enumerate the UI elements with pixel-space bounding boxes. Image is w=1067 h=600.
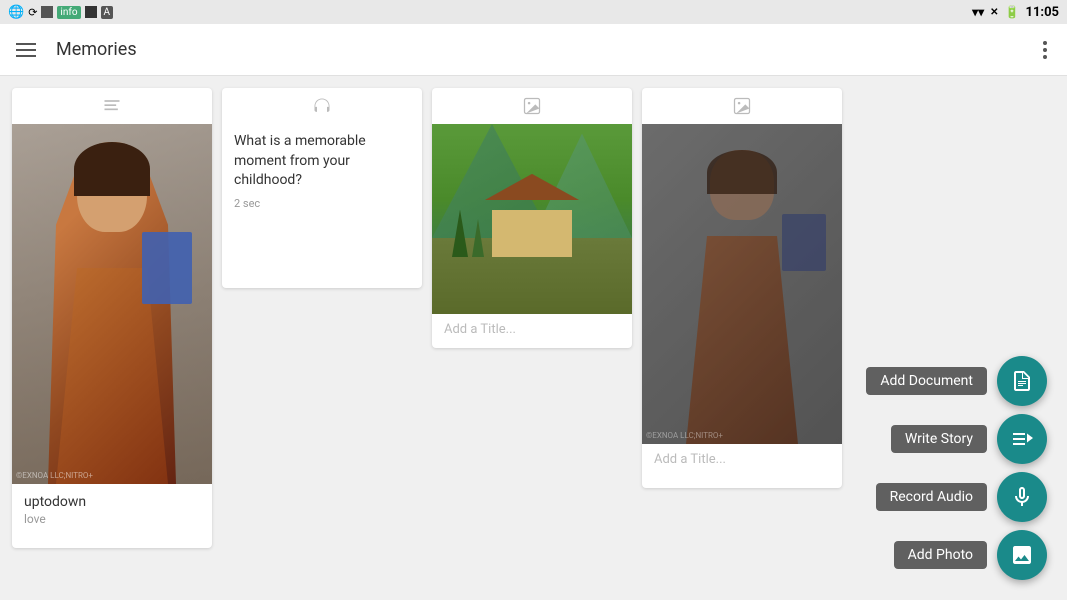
fab-story-item: Write Story xyxy=(891,414,1047,464)
headphones-icon xyxy=(312,96,332,120)
card4-title-placeholder: Add a Title... xyxy=(654,452,726,467)
card2-question: What is a memorable moment from your chi… xyxy=(234,132,410,191)
card2-body: What is a memorable moment from your chi… xyxy=(222,124,422,218)
app-icon-2: A xyxy=(101,6,114,19)
main-content: ©EXNOA LLC;NITRO+ uptodown love What is … xyxy=(0,76,1067,600)
wifi-icon: ▾▾ xyxy=(972,5,984,19)
status-bar: 🌐 ⟳ info A ▾▾ ✕ 🔋 11:05 xyxy=(0,0,1067,24)
image-icon-3 xyxy=(522,96,542,120)
card4-type-icon-area xyxy=(642,88,842,124)
refresh-icon: ⟳ xyxy=(28,6,37,19)
memory-card-4[interactable]: ©EXNOA LLC;NITRO+ Add a Title... xyxy=(642,88,842,488)
more-options-button[interactable] xyxy=(1039,37,1051,63)
memory-card-3[interactable]: Add a Title... xyxy=(432,88,632,348)
fab-photo-label: Add Photo xyxy=(894,541,987,569)
card3-type-icon-area xyxy=(432,88,632,124)
fab-document-item: Add Document xyxy=(866,356,1047,406)
fab-audio-item: Record Audio xyxy=(876,472,1047,522)
fab-document-button[interactable] xyxy=(997,356,1047,406)
fab-area: Add Document Write Story Record Audio xyxy=(866,356,1047,580)
app-title: Memories xyxy=(56,39,137,60)
fab-document-label: Add Document xyxy=(866,367,987,395)
battery-icon: 🔋 xyxy=(1005,5,1020,19)
anime-book xyxy=(142,232,192,304)
game-bg xyxy=(432,124,632,314)
card4-image: ©EXNOA LLC;NITRO+ xyxy=(642,124,842,444)
image-icon-4 xyxy=(732,96,752,120)
house-body xyxy=(492,210,572,257)
card1-name: uptodown xyxy=(24,494,200,510)
fab-photo-button[interactable] xyxy=(997,530,1047,580)
card1-footer: uptodown love xyxy=(12,484,212,536)
app-icon-1: info xyxy=(57,6,80,19)
watermark: ©EXNOA LLC;NITRO+ xyxy=(16,471,93,480)
card1-type-icon-area xyxy=(12,88,212,124)
square-icon-2 xyxy=(85,6,97,18)
card2-duration: 2 sec xyxy=(234,197,410,210)
anime-hair xyxy=(74,142,150,196)
fab-story-button[interactable] xyxy=(997,414,1047,464)
card3-footer: Add a Title... xyxy=(432,314,632,345)
card4-footer: Add a Title... xyxy=(642,444,842,475)
fab-audio-button[interactable] xyxy=(997,472,1047,522)
memory-card-1[interactable]: ©EXNOA LLC;NITRO+ uptodown love xyxy=(12,88,212,548)
text-icon xyxy=(102,96,122,120)
status-left-icons: 🌐 ⟳ info A xyxy=(8,5,113,20)
top-bar: Memories xyxy=(0,24,1067,76)
card1-image: ©EXNOA LLC;NITRO+ xyxy=(12,124,212,484)
top-bar-actions xyxy=(1039,37,1051,63)
game-house xyxy=(492,191,572,258)
clock: 11:05 xyxy=(1026,5,1060,20)
card4-watermark: ©EXNOA LLC;NITRO+ xyxy=(646,431,723,440)
square-icon xyxy=(41,6,53,18)
card3-title-placeholder: Add a Title... xyxy=(444,322,516,337)
card2-type-icon-area xyxy=(222,88,422,124)
fab-audio-label: Record Audio xyxy=(876,483,987,511)
card4-overlay xyxy=(642,124,842,444)
card1-subtitle: love xyxy=(24,512,200,526)
hamburger-menu[interactable] xyxy=(16,43,36,57)
signal-icon: ✕ xyxy=(990,7,998,18)
globe-icon: 🌐 xyxy=(8,5,24,20)
card3-image xyxy=(432,124,632,314)
status-right-icons: ▾▾ ✕ 🔋 11:05 xyxy=(972,5,1059,20)
fab-photo-item: Add Photo xyxy=(894,530,1047,580)
fab-story-label: Write Story xyxy=(891,425,987,453)
memory-card-2[interactable]: What is a memorable moment from your chi… xyxy=(222,88,422,288)
